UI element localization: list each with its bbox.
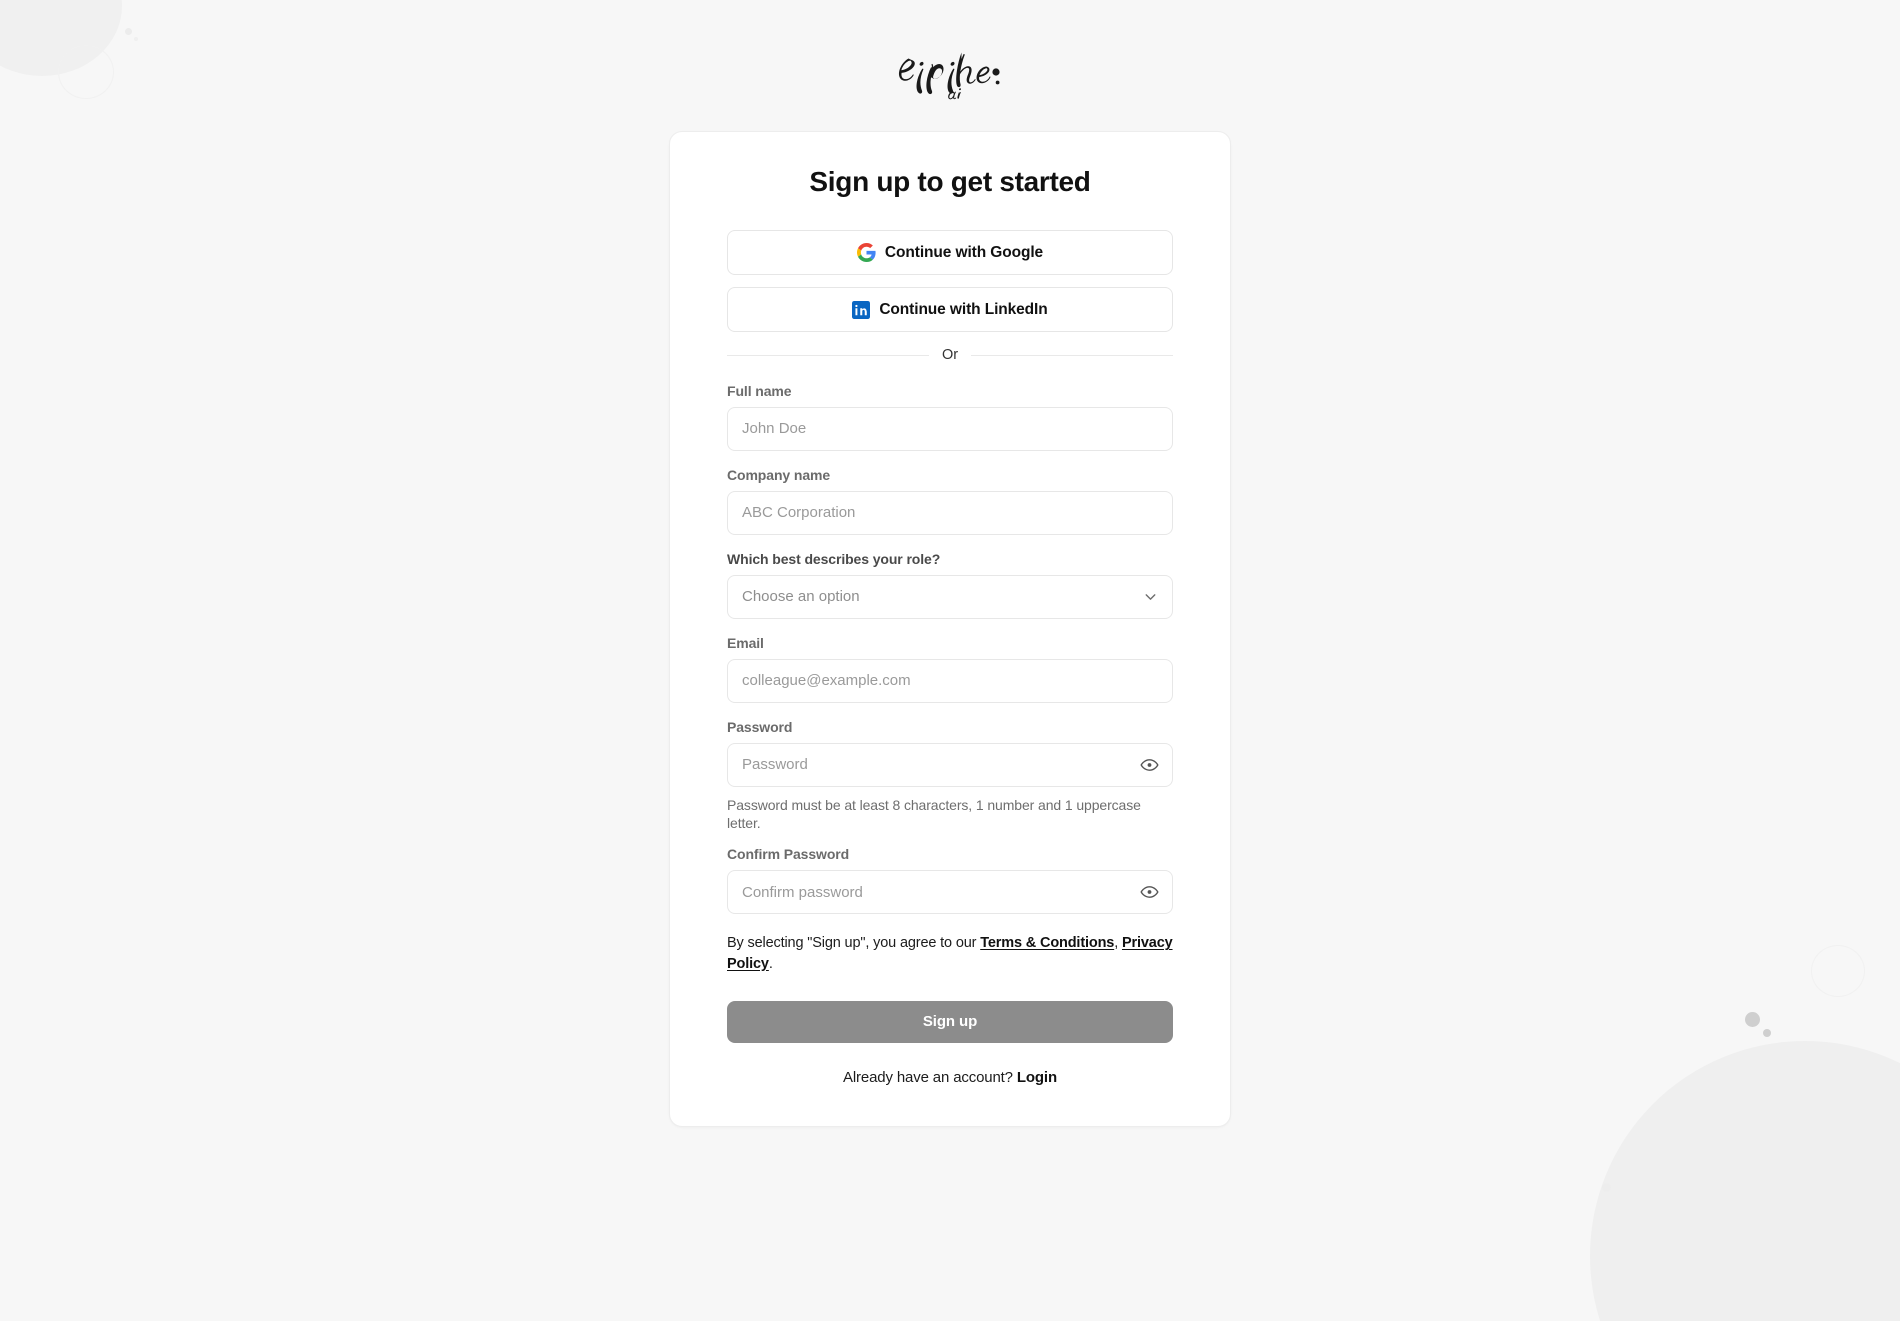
login-link[interactable]: Login <box>1017 1069 1057 1086</box>
signup-card: Sign up to get started Continue with Goo… <box>669 131 1231 1127</box>
field-role: Which best describes your role? Choose a… <box>727 551 1173 619</box>
divider-label: Or <box>941 347 959 363</box>
sign-up-button[interactable]: Sign up <box>727 1000 1173 1043</box>
full-name-label: Full name <box>727 382 792 399</box>
continue-with-google-button[interactable]: Continue with Google <box>727 230 1173 275</box>
linkedin-icon <box>852 300 871 319</box>
password-label: Password <box>727 718 793 735</box>
confirm-password-visibility-toggle[interactable] <box>1138 881 1161 904</box>
login-prompt: Already have an account? Login <box>727 1069 1173 1086</box>
eye-icon <box>1140 758 1159 771</box>
role-select-value: Choose an option <box>742 588 860 605</box>
signup-page: Sign up to get started Continue with Goo… <box>0 0 1900 1321</box>
brand-logo <box>898 42 1002 106</box>
login-prompt-text: Already have an account? <box>843 1068 1017 1086</box>
field-company-name: Company name <box>727 467 1173 535</box>
role-select[interactable]: Choose an option <box>727 574 1173 619</box>
terms-suffix: . <box>768 956 773 973</box>
confirm-password-input[interactable] <box>727 870 1173 915</box>
company-name-input[interactable] <box>727 490 1173 535</box>
field-confirm-password: Confirm Password <box>727 846 1173 915</box>
or-divider: Or <box>727 347 1174 363</box>
email-input[interactable] <box>727 658 1173 703</box>
field-email: Email <box>727 635 1173 703</box>
role-label: Which best describes your role? <box>727 550 941 567</box>
password-hint: Password must be at least 8 characters, … <box>727 796 1141 831</box>
terms-and-conditions-link[interactable]: Terms & Conditions <box>980 935 1114 951</box>
password-input[interactable] <box>727 742 1173 787</box>
google-icon <box>856 243 876 262</box>
epipheo-logo-icon <box>898 52 1000 100</box>
terms-prefix: By selecting "Sign up", you agree to our <box>727 935 981 952</box>
page-title: Sign up to get started <box>809 166 1091 197</box>
field-password: Password <box>727 719 1173 787</box>
company-name-label: Company name <box>727 466 831 483</box>
terms-separator: , <box>1114 935 1122 952</box>
field-full-name: Full name <box>727 383 1173 451</box>
continue-with-linkedin-button[interactable]: Continue with LinkedIn <box>727 287 1173 332</box>
google-button-label: Continue with Google <box>884 243 1044 261</box>
linkedin-button-label: Continue with LinkedIn <box>879 300 1048 318</box>
divider-line-left <box>727 354 929 356</box>
email-label: Email <box>727 634 764 651</box>
divider-line-right <box>971 354 1174 356</box>
terms-agreement-text: By selecting "Sign up", you agree to our… <box>727 933 1173 974</box>
full-name-input[interactable] <box>727 406 1173 451</box>
confirm-password-label: Confirm Password <box>727 846 850 863</box>
password-visibility-toggle[interactable] <box>1138 753 1161 776</box>
eye-icon <box>1140 886 1159 899</box>
